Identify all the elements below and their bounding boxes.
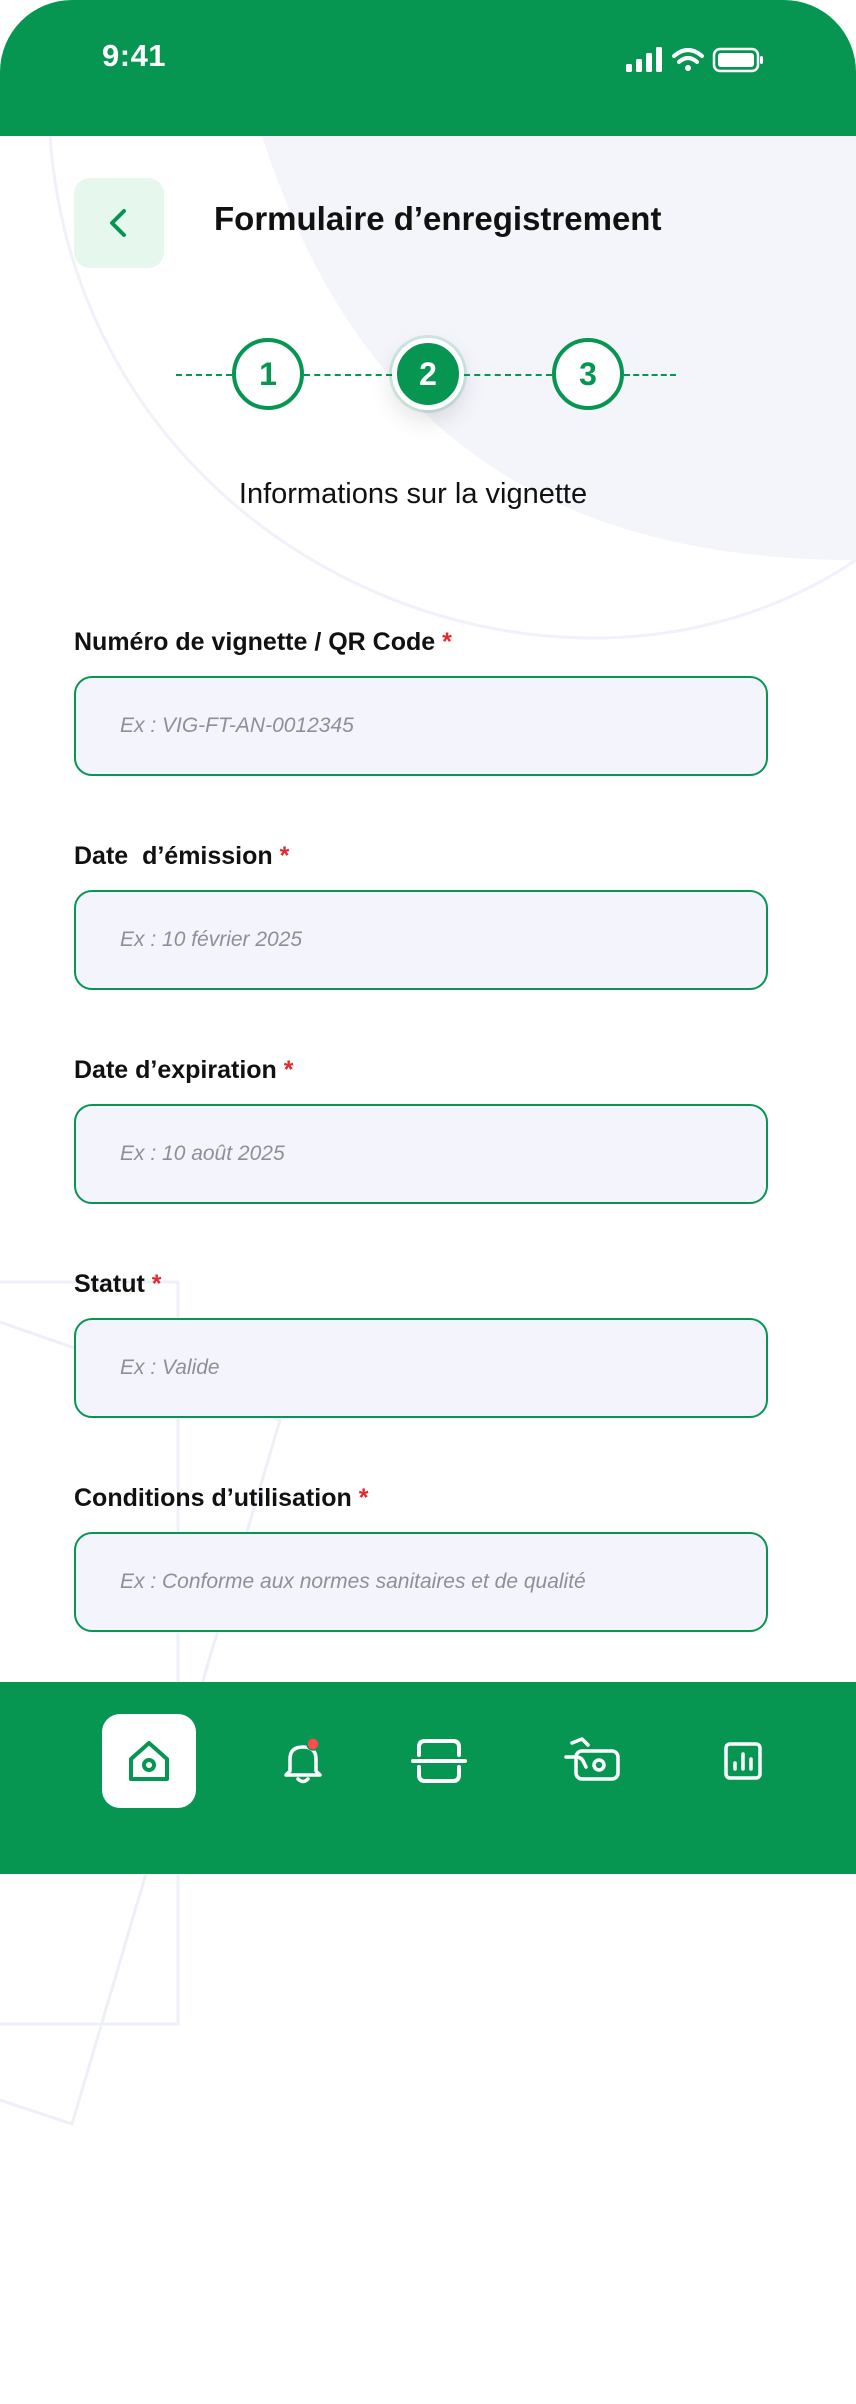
status-label: Statut *: [74, 1270, 162, 1299]
required-asterisk: *: [151, 1270, 162, 1298]
stepper: 1 2 3: [0, 330, 856, 420]
step-3-label: 3: [579, 355, 597, 392]
notification-badge: [306, 1737, 320, 1751]
phone-screen: 9:41 Formulaire d’enregistrement 1 2 3 I…: [0, 0, 856, 2404]
wifi-icon: [672, 48, 704, 71]
battery-icon: [712, 47, 763, 73]
issue-date-label-text: Date d’émission: [74, 842, 273, 870]
status-time: 9:41: [102, 38, 167, 73]
required-asterisk: *: [279, 842, 290, 870]
expiry-date-input[interactable]: [74, 1104, 768, 1204]
expiry-date-label-text: Date d’expiration: [74, 1056, 277, 1084]
back-button[interactable]: [74, 178, 164, 268]
nav-home[interactable]: [102, 1714, 196, 1808]
step-2-label: 2: [419, 355, 437, 392]
bottom-nav: [0, 1682, 856, 1874]
vignette-number-input[interactable]: [74, 676, 768, 776]
status-icons: [626, 47, 763, 73]
status-label-text: Statut: [74, 1270, 145, 1298]
step-subtitle: Informations sur la vignette: [238, 478, 588, 510]
status-bar: 9:41: [0, 0, 856, 136]
step-1[interactable]: 1: [232, 338, 304, 410]
vignette-number-label: Numéro de vignette / QR Code *: [74, 628, 452, 657]
step-2[interactable]: 2: [392, 338, 464, 410]
vignette-number-label-text: Numéro de vignette / QR Code: [74, 628, 436, 656]
issue-date-input[interactable]: [74, 890, 768, 990]
home-icon: [129, 1741, 169, 1781]
expiry-date-label: Date d’expiration *: [74, 1056, 294, 1085]
stepper-line-2-3: [464, 374, 552, 376]
step-3[interactable]: 3: [552, 338, 624, 410]
usage-conditions-label: Conditions d’utilisation *: [74, 1484, 368, 1513]
required-asterisk: *: [283, 1056, 294, 1084]
nav-scan[interactable]: [392, 1714, 486, 1808]
stats-icon: [724, 1742, 762, 1780]
nav-notifications[interactable]: [256, 1714, 350, 1808]
page-title: Formulaire d’enregistrement: [214, 200, 662, 237]
issue-date-label: Date d’émission *: [74, 842, 289, 871]
bell-icon: [284, 1737, 322, 1784]
required-asterisk: *: [358, 1484, 369, 1512]
scan-icon: [411, 1739, 467, 1783]
required-asterisk: *: [442, 628, 452, 656]
status-input[interactable]: [74, 1318, 768, 1418]
nav-payment[interactable]: [546, 1714, 640, 1808]
step-1-label: 1: [259, 355, 277, 392]
stepper-line-1-2: [304, 374, 392, 376]
usage-conditions-input[interactable]: [74, 1532, 768, 1632]
signal-icon: [626, 47, 662, 72]
nav-stats[interactable]: [696, 1714, 790, 1808]
stepper-line-left: [176, 374, 232, 376]
usage-conditions-label-text: Conditions d’utilisation: [74, 1484, 352, 1512]
chevron-left-icon: [110, 209, 126, 237]
payment-icon: [564, 1737, 620, 1781]
stepper-line-right: [624, 374, 676, 376]
